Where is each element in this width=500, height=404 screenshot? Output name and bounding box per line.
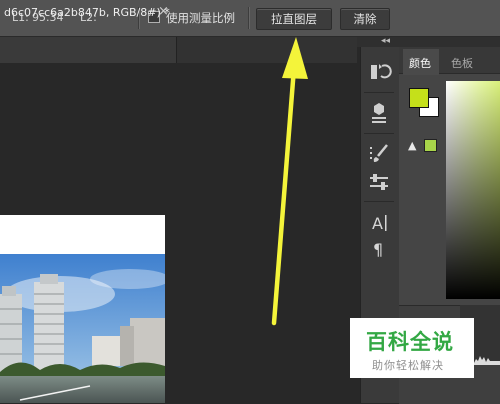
watermark-title: 百科全说 [366,330,454,354]
watermark-subtitle: 助你轻松解决 [372,359,444,372]
